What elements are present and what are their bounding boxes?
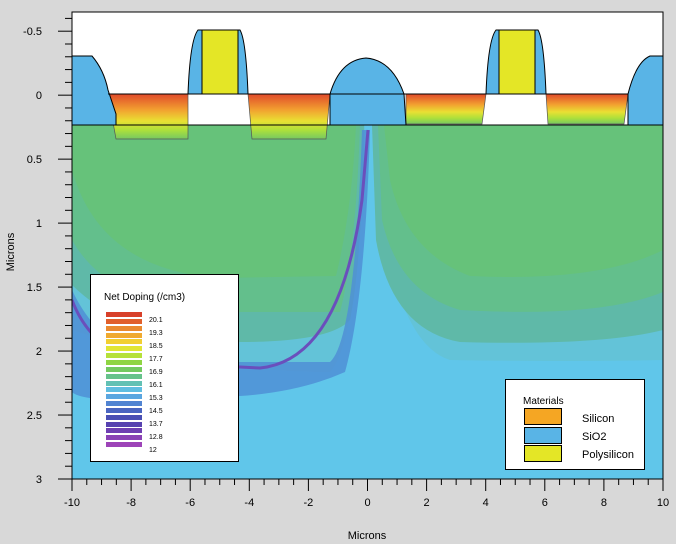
doping-label: 16.9 bbox=[149, 369, 163, 377]
doping-swatch bbox=[106, 394, 142, 400]
doping-label: 17.7 bbox=[149, 356, 163, 364]
doping-legend: Net Doping (/cm3) 20.1 19.3 18.5 17.7 16.9 16… bbox=[90, 274, 239, 462]
materials-legend: Materials Silicon SiO2 Polysilicon bbox=[505, 379, 645, 470]
poly-gate-right bbox=[498, 29, 536, 95]
sio2-label: SiO2 bbox=[582, 431, 607, 443]
doping-legend-title: Net Doping (/cm3) bbox=[104, 292, 186, 303]
silicon-label: Silicon bbox=[582, 413, 615, 425]
sd-region-4 bbox=[545, 93, 629, 125]
sd-region-3 bbox=[405, 93, 487, 125]
x-tick-label: -8 bbox=[126, 497, 136, 509]
doping-label: 15.3 bbox=[149, 395, 163, 403]
doping-swatch bbox=[106, 312, 142, 317]
doping-label: 13.7 bbox=[149, 421, 163, 429]
doping-label: 14.5 bbox=[149, 408, 163, 416]
x-tick-label: 10 bbox=[657, 497, 669, 509]
doping-swatch bbox=[106, 373, 142, 379]
y-axis-ticks: -0.5 0 0.5 1 1.5 2 2.5 3 bbox=[23, 17, 72, 486]
sd-region-2 bbox=[247, 93, 331, 140]
doping-swatch bbox=[106, 442, 142, 448]
doping-swatch bbox=[106, 387, 142, 393]
y-tick-label: -0.5 bbox=[23, 26, 42, 38]
doping-swatch bbox=[106, 325, 142, 331]
x-tick-label: 0 bbox=[364, 497, 370, 509]
doping-label: 12 bbox=[149, 447, 157, 455]
doping-swatch bbox=[106, 407, 142, 413]
y-tick-label: 0 bbox=[36, 90, 42, 102]
doping-swatch bbox=[106, 435, 142, 441]
doping-swatch bbox=[106, 366, 142, 372]
x-tick-label: -2 bbox=[304, 497, 314, 509]
x-tick-label: -4 bbox=[244, 497, 254, 509]
polysilicon-label: Polysilicon bbox=[582, 449, 634, 461]
doping-swatch bbox=[106, 318, 142, 324]
doping-swatch bbox=[106, 421, 142, 427]
y-axis-title: Microns bbox=[5, 232, 17, 271]
x-axis-title: Microns bbox=[348, 530, 387, 542]
y-tick-label: 1 bbox=[36, 218, 42, 230]
y-tick-label: 1.5 bbox=[27, 282, 42, 294]
x-tick-label: 2 bbox=[424, 497, 430, 509]
doping-swatch bbox=[106, 353, 142, 359]
doping-swatch bbox=[106, 346, 142, 352]
doping-label: 19.3 bbox=[149, 330, 163, 337]
doping-label: 12.8 bbox=[149, 434, 163, 442]
doping-swatch bbox=[106, 414, 142, 420]
y-tick-label: 0.5 bbox=[27, 154, 42, 166]
doping-swatch bbox=[106, 359, 142, 365]
materials-legend-title: Materials bbox=[523, 396, 564, 407]
polysilicon-swatch bbox=[524, 445, 562, 462]
doping-swatch bbox=[106, 380, 142, 386]
doping-swatch bbox=[106, 428, 142, 434]
y-tick-label: 2 bbox=[36, 346, 42, 358]
x-tick-label: -6 bbox=[185, 497, 195, 509]
doping-label: 18.5 bbox=[149, 343, 163, 351]
sio2-swatch bbox=[524, 427, 562, 444]
x-axis-ticks: -10 -8 -6 -4 -2 0 2 4 6 8 10 bbox=[64, 479, 669, 509]
doping-swatch bbox=[106, 401, 142, 407]
y-tick-label: 3 bbox=[36, 474, 42, 486]
x-tick-label: 8 bbox=[601, 497, 607, 509]
x-tick-label: 6 bbox=[542, 497, 548, 509]
doping-swatch bbox=[106, 339, 142, 345]
doping-label: 16.1 bbox=[149, 382, 163, 390]
poly-gate-left bbox=[201, 29, 239, 95]
silicon-swatch bbox=[524, 408, 562, 425]
sd-region-1 bbox=[107, 93, 189, 140]
x-tick-label: 4 bbox=[483, 497, 489, 509]
y-tick-label: 2.5 bbox=[27, 410, 42, 422]
doping-swatch bbox=[106, 332, 142, 338]
doping-label: 20.1 bbox=[149, 317, 163, 324]
x-tick-label: -10 bbox=[64, 497, 80, 509]
